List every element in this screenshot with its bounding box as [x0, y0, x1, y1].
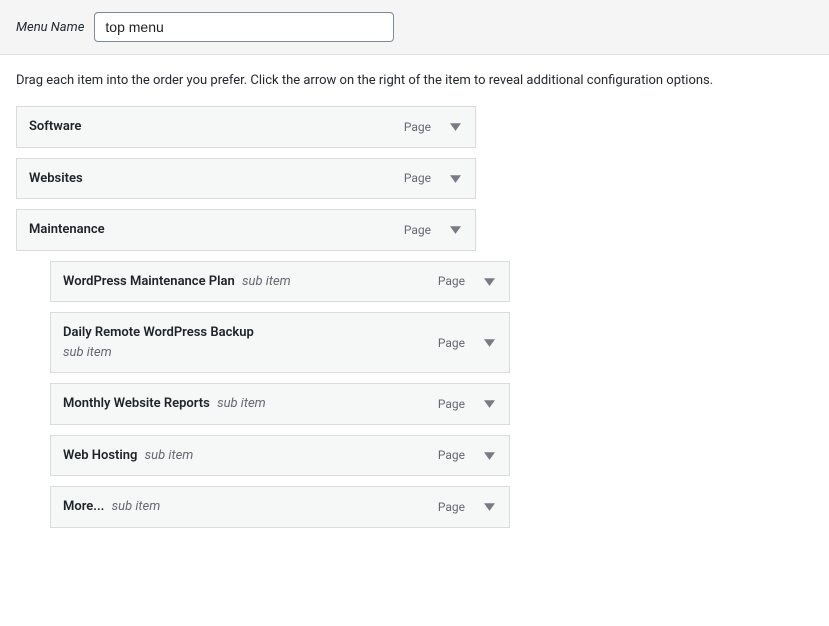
- menu-item-title-text: WordPress Maintenance Plan: [63, 274, 235, 289]
- menu-item-daily-backup[interactable]: Daily Remote WordPress Backup sub item P…: [50, 312, 510, 373]
- menu-item-maintenance[interactable]: Maintenance Page: [16, 209, 476, 251]
- menu-item-websites[interactable]: Websites Page: [16, 158, 476, 200]
- menu-item-type: Page: [404, 120, 431, 134]
- chevron-down-icon[interactable]: [481, 273, 497, 289]
- menu-item-monthly-reports[interactable]: Monthly Website Reports sub item Page: [50, 383, 510, 425]
- menu-item-title-text: Web Hosting: [63, 448, 137, 463]
- menu-items-list: Software Page Websites Page Maintenance …: [0, 96, 829, 558]
- menu-item-title-text: Daily Remote WordPress Backup: [63, 325, 254, 340]
- chevron-down-icon[interactable]: [481, 499, 497, 515]
- menu-item-title: More... sub item: [63, 497, 438, 517]
- menu-item-controls: Page: [404, 119, 463, 135]
- menu-name-input[interactable]: [94, 12, 394, 42]
- menu-item-type: Page: [438, 274, 465, 288]
- instructions-text: Drag each item into the order you prefer…: [0, 55, 829, 96]
- menu-item-title-text: Websites: [29, 171, 83, 186]
- menu-item-software[interactable]: Software Page: [16, 106, 476, 148]
- menu-item-title-text: Monthly Website Reports: [63, 396, 210, 411]
- menu-item-controls: Page: [438, 273, 497, 289]
- menu-item-title-text: Software: [29, 119, 81, 134]
- sub-item-label: sub item: [63, 343, 428, 363]
- menu-item-type: Page: [404, 223, 431, 237]
- menu-item-title: Websites: [29, 169, 404, 189]
- menu-item-controls: Page: [438, 396, 497, 412]
- menu-item-wp-maintenance-plan[interactable]: WordPress Maintenance Plan sub item Page: [50, 261, 510, 303]
- menu-item-title: Monthly Website Reports sub item: [63, 394, 438, 414]
- menu-item-title: Maintenance: [29, 220, 404, 240]
- menu-item-type: Page: [438, 397, 465, 411]
- menu-item-title: Web Hosting sub item: [63, 446, 438, 466]
- menu-item-controls: Page: [404, 170, 463, 186]
- sub-item-label: sub item: [217, 396, 266, 411]
- chevron-down-icon[interactable]: [447, 222, 463, 238]
- sub-item-label: sub item: [112, 499, 161, 514]
- chevron-down-icon[interactable]: [481, 335, 497, 351]
- menu-name-bar: Menu Name: [0, 0, 829, 55]
- menu-item-title: Daily Remote WordPress Backup sub item: [63, 323, 438, 362]
- menu-item-title-text: Maintenance: [29, 222, 105, 237]
- menu-item-title-text: More...: [63, 499, 104, 514]
- menu-item-type: Page: [438, 336, 465, 350]
- menu-item-title: WordPress Maintenance Plan sub item: [63, 272, 438, 292]
- chevron-down-icon[interactable]: [481, 447, 497, 463]
- menu-item-controls: Page: [438, 447, 497, 463]
- chevron-down-icon[interactable]: [481, 396, 497, 412]
- menu-name-label: Menu Name: [16, 20, 84, 35]
- menu-item-controls: Page: [404, 222, 463, 238]
- menu-item-controls: Page: [438, 335, 497, 351]
- menu-item-type: Page: [438, 448, 465, 462]
- menu-item-type: Page: [438, 500, 465, 514]
- menu-item-title: Software: [29, 117, 404, 137]
- menu-item-type: Page: [404, 171, 431, 185]
- menu-item-more[interactable]: More... sub item Page: [50, 486, 510, 528]
- sub-item-label: sub item: [242, 274, 291, 289]
- chevron-down-icon[interactable]: [447, 170, 463, 186]
- chevron-down-icon[interactable]: [447, 119, 463, 135]
- menu-item-controls: Page: [438, 499, 497, 515]
- menu-item-web-hosting[interactable]: Web Hosting sub item Page: [50, 435, 510, 477]
- sub-item-label: sub item: [145, 448, 194, 463]
